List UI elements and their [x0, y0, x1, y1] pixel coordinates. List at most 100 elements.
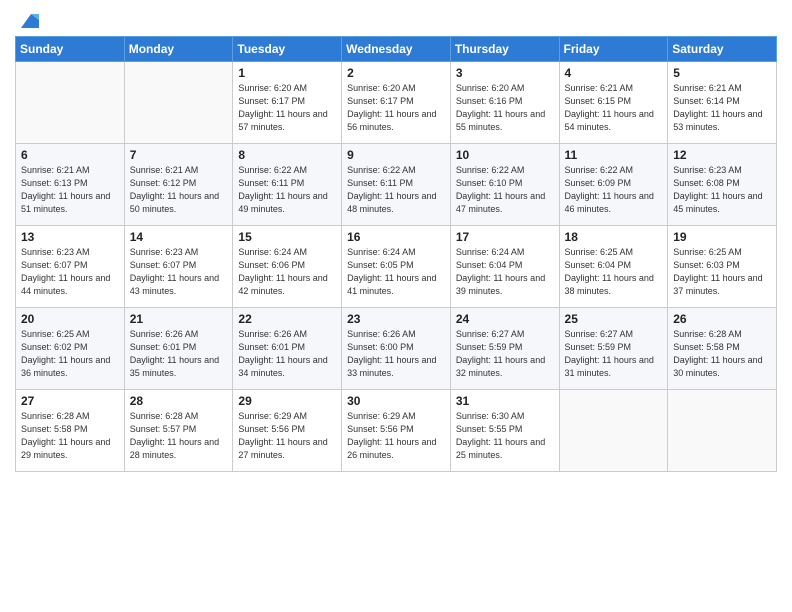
- day-number: 8: [238, 148, 336, 162]
- day-number: 30: [347, 394, 445, 408]
- day-number: 16: [347, 230, 445, 244]
- day-number: 21: [130, 312, 228, 326]
- weekday-header-tuesday: Tuesday: [233, 37, 342, 62]
- day-number: 9: [347, 148, 445, 162]
- calendar-cell: [124, 62, 233, 144]
- day-number: 27: [21, 394, 119, 408]
- calendar-cell: 3Sunrise: 6:20 AMSunset: 6:16 PMDaylight…: [450, 62, 559, 144]
- calendar-cell: 15 Sunrise: 6:24 AMSunset: 6:06 PMDayligh…: [233, 226, 342, 308]
- day-info: Sunrise: 6:28 AMSunset: 5:58 PMDaylight:…: [673, 328, 771, 380]
- calendar-week-4: 20Sunrise: 6:25 AMSunset: 6:02 PMDayligh…: [16, 308, 777, 390]
- calendar-cell: 28 Sunrise: 6:28 AMSunset: 5:57 PMDayligh…: [124, 390, 233, 472]
- day-info: Sunrise: 6:21 AMSunset: 6:13 PMDaylight:…: [21, 164, 119, 216]
- day-info: Sunrise: 6:20 AMSunset: 6:16 PMDaylight:…: [456, 82, 554, 134]
- day-number: 5: [673, 66, 771, 80]
- day-number: 1: [238, 66, 336, 80]
- calendar-cell: 17 Sunrise: 6:24 AMSunset: 6:04 PMDayligh…: [450, 226, 559, 308]
- day-number: 18: [565, 230, 663, 244]
- day-number: 6: [21, 148, 119, 162]
- day-info: Sunrise: 6:24 AMSunset: 6:06 PMDaylight:…: [238, 246, 336, 298]
- calendar-cell: 7Sunrise: 6:21 AMSunset: 6:12 PMDaylight…: [124, 144, 233, 226]
- calendar-cell: 29 Sunrise: 6:29 AMSunset: 5:56 PMDayligh…: [233, 390, 342, 472]
- day-info: Sunrise: 6:21 AMSunset: 6:14 PMDaylight:…: [673, 82, 771, 134]
- calendar-cell: 1 Sunrise: 6:20 AMSunset: 6:17 PMDaylight…: [233, 62, 342, 144]
- day-info: Sunrise: 6:24 AMSunset: 6:05 PMDaylight:…: [347, 246, 445, 298]
- calendar-cell: 19Sunrise: 6:25 AMSunset: 6:03 PMDayligh…: [668, 226, 777, 308]
- day-info: Sunrise: 6:26 AMSunset: 6:01 PMDaylight:…: [130, 328, 228, 380]
- calendar-cell: 27 Sunrise: 6:28 AMSunset: 5:58 PMDayligh…: [16, 390, 125, 472]
- weekday-header-monday: Monday: [124, 37, 233, 62]
- calendar-cell: 13 Sunrise: 6:23 AMSunset: 6:07 PMDayligh…: [16, 226, 125, 308]
- day-number: 13: [21, 230, 119, 244]
- day-info: Sunrise: 6:29 AMSunset: 5:56 PMDaylight:…: [238, 410, 336, 462]
- day-number: 25: [565, 312, 663, 326]
- day-info: Sunrise: 6:22 AMSunset: 6:11 PMDaylight:…: [347, 164, 445, 216]
- header: [15, 10, 777, 28]
- calendar-week-5: 27 Sunrise: 6:28 AMSunset: 5:58 PMDayligh…: [16, 390, 777, 472]
- logo-icon: [17, 10, 39, 32]
- weekday-header-wednesday: Wednesday: [342, 37, 451, 62]
- calendar-cell: [668, 390, 777, 472]
- calendar-cell: 5 Sunrise: 6:21 AMSunset: 6:14 PMDaylight…: [668, 62, 777, 144]
- calendar-week-2: 6 Sunrise: 6:21 AMSunset: 6:13 PMDaylight…: [16, 144, 777, 226]
- day-info: Sunrise: 6:20 AMSunset: 6:17 PMDaylight:…: [238, 82, 336, 134]
- day-info: Sunrise: 6:24 AMSunset: 6:04 PMDaylight:…: [456, 246, 554, 298]
- calendar-cell: 18 Sunrise: 6:25 AMSunset: 6:04 PMDayligh…: [559, 226, 668, 308]
- day-number: 31: [456, 394, 554, 408]
- page: SundayMondayTuesdayWednesdayThursdayFrid…: [0, 0, 792, 612]
- weekday-header-saturday: Saturday: [668, 37, 777, 62]
- day-info: Sunrise: 6:25 AMSunset: 6:04 PMDaylight:…: [565, 246, 663, 298]
- day-info: Sunrise: 6:30 AMSunset: 5:55 PMDaylight:…: [456, 410, 554, 462]
- calendar-cell: 14 Sunrise: 6:23 AMSunset: 6:07 PMDayligh…: [124, 226, 233, 308]
- calendar-cell: 26 Sunrise: 6:28 AMSunset: 5:58 PMDayligh…: [668, 308, 777, 390]
- day-number: 26: [673, 312, 771, 326]
- calendar-cell: 30 Sunrise: 6:29 AMSunset: 5:56 PMDayligh…: [342, 390, 451, 472]
- logo: [15, 10, 39, 28]
- calendar-cell: 9 Sunrise: 6:22 AMSunset: 6:11 PMDaylight…: [342, 144, 451, 226]
- day-info: Sunrise: 6:23 AMSunset: 6:08 PMDaylight:…: [673, 164, 771, 216]
- day-info: Sunrise: 6:22 AMSunset: 6:11 PMDaylight:…: [238, 164, 336, 216]
- day-number: 17: [456, 230, 554, 244]
- day-info: Sunrise: 6:26 AMSunset: 6:01 PMDaylight:…: [238, 328, 336, 380]
- calendar-cell: 20Sunrise: 6:25 AMSunset: 6:02 PMDayligh…: [16, 308, 125, 390]
- day-number: 29: [238, 394, 336, 408]
- calendar-cell: 25 Sunrise: 6:27 AMSunset: 5:59 PMDayligh…: [559, 308, 668, 390]
- weekday-header-sunday: Sunday: [16, 37, 125, 62]
- calendar-cell: 22 Sunrise: 6:26 AMSunset: 6:01 PMDayligh…: [233, 308, 342, 390]
- weekday-header-friday: Friday: [559, 37, 668, 62]
- day-number: 24: [456, 312, 554, 326]
- day-number: 22: [238, 312, 336, 326]
- day-info: Sunrise: 6:26 AMSunset: 6:00 PMDaylight:…: [347, 328, 445, 380]
- day-number: 15: [238, 230, 336, 244]
- calendar-cell: [559, 390, 668, 472]
- calendar-cell: 11Sunrise: 6:22 AMSunset: 6:09 PMDayligh…: [559, 144, 668, 226]
- day-info: Sunrise: 6:27 AMSunset: 5:59 PMDaylight:…: [565, 328, 663, 380]
- calendar-week-1: 1 Sunrise: 6:20 AMSunset: 6:17 PMDaylight…: [16, 62, 777, 144]
- day-number: 2: [347, 66, 445, 80]
- day-info: Sunrise: 6:21 AMSunset: 6:12 PMDaylight:…: [130, 164, 228, 216]
- day-number: 28: [130, 394, 228, 408]
- day-number: 4: [565, 66, 663, 80]
- calendar-cell: 12 Sunrise: 6:23 AMSunset: 6:08 PMDayligh…: [668, 144, 777, 226]
- calendar-cell: 24Sunrise: 6:27 AMSunset: 5:59 PMDayligh…: [450, 308, 559, 390]
- calendar-cell: 16 Sunrise: 6:24 AMSunset: 6:05 PMDayligh…: [342, 226, 451, 308]
- day-info: Sunrise: 6:28 AMSunset: 5:57 PMDaylight:…: [130, 410, 228, 462]
- calendar-cell: [16, 62, 125, 144]
- day-info: Sunrise: 6:29 AMSunset: 5:56 PMDaylight:…: [347, 410, 445, 462]
- day-number: 12: [673, 148, 771, 162]
- day-info: Sunrise: 6:22 AMSunset: 6:09 PMDaylight:…: [565, 164, 663, 216]
- day-info: Sunrise: 6:28 AMSunset: 5:58 PMDaylight:…: [21, 410, 119, 462]
- calendar-cell: 31 Sunrise: 6:30 AMSunset: 5:55 PMDayligh…: [450, 390, 559, 472]
- calendar-week-3: 13 Sunrise: 6:23 AMSunset: 6:07 PMDayligh…: [16, 226, 777, 308]
- day-number: 23: [347, 312, 445, 326]
- day-info: Sunrise: 6:23 AMSunset: 6:07 PMDaylight:…: [21, 246, 119, 298]
- day-info: Sunrise: 6:25 AMSunset: 6:03 PMDaylight:…: [673, 246, 771, 298]
- weekday-header-thursday: Thursday: [450, 37, 559, 62]
- day-info: Sunrise: 6:21 AMSunset: 6:15 PMDaylight:…: [565, 82, 663, 134]
- calendar-cell: 4 Sunrise: 6:21 AMSunset: 6:15 PMDaylight…: [559, 62, 668, 144]
- day-info: Sunrise: 6:23 AMSunset: 6:07 PMDaylight:…: [130, 246, 228, 298]
- calendar-cell: 10Sunrise: 6:22 AMSunset: 6:10 PMDayligh…: [450, 144, 559, 226]
- calendar-cell: 8 Sunrise: 6:22 AMSunset: 6:11 PMDaylight…: [233, 144, 342, 226]
- day-info: Sunrise: 6:20 AMSunset: 6:17 PMDaylight:…: [347, 82, 445, 134]
- day-number: 14: [130, 230, 228, 244]
